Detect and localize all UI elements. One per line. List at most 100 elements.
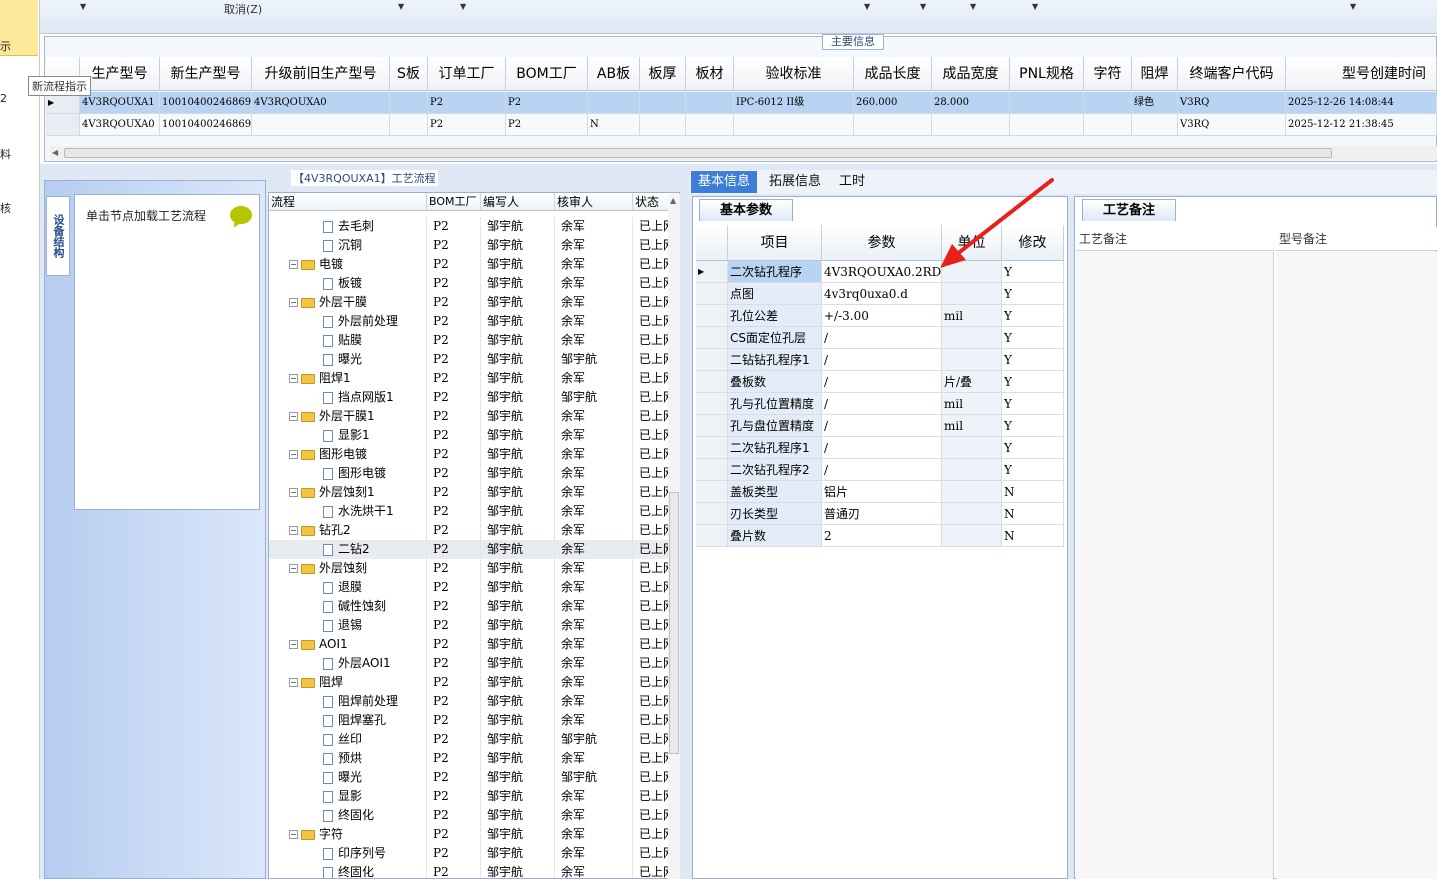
- tree-row[interactable]: 外层前处理 P2 邹宇航 余军 已上网: [269, 312, 679, 331]
- tree-node[interactable]: 印序列号: [269, 844, 427, 863]
- table-cell[interactable]: P2: [427, 559, 481, 578]
- table-cell[interactable]: 余军: [555, 825, 633, 844]
- tree-row[interactable]: − AOI1 P2 邹宇航 余军 已上网: [269, 635, 679, 654]
- param-cell[interactable]: 孔位公差: [728, 305, 822, 327]
- table-cell[interactable]: P2: [427, 445, 481, 464]
- table-cell[interactable]: P2: [427, 787, 481, 806]
- collapse-icon[interactable]: −: [289, 374, 298, 383]
- param-cell[interactable]: 铝片: [822, 481, 942, 503]
- param-cell[interactable]: [942, 459, 1002, 481]
- table-cell[interactable]: 4V3RQOUXA0: [252, 92, 390, 114]
- table-cell[interactable]: 余军: [555, 521, 633, 540]
- tree-node[interactable]: − 字符: [269, 825, 427, 844]
- table-cell[interactable]: 余军: [555, 407, 633, 426]
- table-cell[interactable]: 邹宇航: [481, 768, 555, 787]
- param-cell[interactable]: +/-3.00: [822, 305, 942, 327]
- table-cell[interactable]: 邹宇航: [481, 616, 555, 635]
- table-cell[interactable]: 余军: [555, 426, 633, 445]
- table-cell[interactable]: P2: [427, 616, 481, 635]
- table-cell[interactable]: P2: [427, 768, 481, 787]
- table-cell[interactable]: IPC-6012 II级: [734, 92, 854, 114]
- table-cell[interactable]: 4V3RQOUXA0: [80, 114, 160, 136]
- table-cell[interactable]: V3RQ: [1178, 114, 1286, 136]
- table-cell[interactable]: [686, 92, 734, 114]
- column-header[interactable]: 阻焊: [1132, 57, 1178, 91]
- param-cell[interactable]: 二次钻孔程序2: [728, 459, 822, 481]
- table-cell[interactable]: 2025-12-26 14:08:44: [1286, 92, 1437, 114]
- column-header[interactable]: BOM工厂: [506, 57, 588, 91]
- table-cell[interactable]: 邹宇航: [481, 426, 555, 445]
- tree-node[interactable]: 沉铜: [269, 236, 427, 255]
- table-cell[interactable]: 邹宇航: [481, 255, 555, 274]
- table-cell[interactable]: 邹宇航: [481, 692, 555, 711]
- left-nav-item-label[interactable]: 2: [0, 92, 7, 105]
- tree-node[interactable]: − 图形电镀: [269, 445, 427, 464]
- table-cell[interactable]: 余军: [555, 312, 633, 331]
- collapse-icon[interactable]: −: [289, 412, 298, 421]
- collapse-icon[interactable]: −: [289, 488, 298, 497]
- table-cell[interactable]: 4V3RQOUXA1: [80, 92, 160, 114]
- table-cell[interactable]: 余军: [555, 616, 633, 635]
- param-cell[interactable]: 孔与盘位置精度: [728, 415, 822, 437]
- table-cell[interactable]: 邹宇航: [481, 825, 555, 844]
- scroll-left-icon[interactable]: ◀: [52, 148, 58, 157]
- tab-extended-info[interactable]: 拓展信息: [762, 171, 828, 193]
- table-cell[interactable]: 邹宇航: [481, 407, 555, 426]
- column-header[interactable]: 终端客户代码: [1178, 57, 1286, 91]
- tree-row[interactable]: − 外层干膜 P2 邹宇航 余军 已上网: [269, 293, 679, 312]
- table-cell[interactable]: 邹宇航: [481, 749, 555, 768]
- table-cell[interactable]: P2: [427, 825, 481, 844]
- table-cell[interactable]: P2: [427, 236, 481, 255]
- param-cell[interactable]: [942, 503, 1002, 525]
- model-notes-field[interactable]: [1276, 252, 1437, 879]
- tab-work-hours[interactable]: 工时: [832, 171, 872, 193]
- param-cell[interactable]: 4V3RQOUXA0.2RD1: [822, 261, 942, 283]
- table-cell[interactable]: P2: [427, 312, 481, 331]
- table-cell[interactable]: 邹宇航: [481, 236, 555, 255]
- table-cell[interactable]: 余军: [555, 654, 633, 673]
- table-cell[interactable]: P2: [427, 407, 481, 426]
- table-cell[interactable]: 余军: [555, 578, 633, 597]
- table-cell[interactable]: 邹宇航: [481, 540, 555, 559]
- collapse-icon[interactable]: −: [289, 526, 298, 535]
- table-cell[interactable]: 邹宇航: [481, 217, 555, 236]
- table-cell[interactable]: [640, 114, 686, 136]
- param-cell[interactable]: [942, 349, 1002, 371]
- param-cell[interactable]: [942, 437, 1002, 459]
- tree-node[interactable]: 碱性蚀刻: [269, 597, 427, 616]
- scroll-up-icon[interactable]: ▲: [670, 196, 676, 205]
- column-header[interactable]: 新生产型号: [160, 57, 252, 91]
- table-cell[interactable]: 邹宇航: [481, 673, 555, 692]
- tree-node[interactable]: 阻焊塞孔: [269, 711, 427, 730]
- param-cell[interactable]: 片/叠: [942, 371, 1002, 393]
- table-cell[interactable]: [252, 114, 390, 136]
- param-cell[interactable]: Y: [1002, 459, 1064, 481]
- table-cell[interactable]: 邹宇航: [481, 502, 555, 521]
- tree-row[interactable]: − 图形电镀 P2 邹宇航 余军 已上网: [269, 445, 679, 464]
- param-row[interactable]: 二钻钻孔程序1/ Y: [696, 349, 1064, 371]
- side-tab[interactable]: 设备结构: [46, 196, 70, 276]
- collapse-icon[interactable]: −: [289, 640, 298, 649]
- table-cell[interactable]: P2: [427, 217, 481, 236]
- param-cell[interactable]: 刃长类型: [728, 503, 822, 525]
- tree-row[interactable]: 曝光 P2 邹宇航 邹宇航 已上网: [269, 350, 679, 369]
- table-cell[interactable]: 余军: [555, 445, 633, 464]
- table-cell[interactable]: P2: [427, 635, 481, 654]
- tree-row[interactable]: 退膜 P2 邹宇航 余军 已上网: [269, 578, 679, 597]
- table-cell[interactable]: 邹宇航: [481, 445, 555, 464]
- table-cell[interactable]: 邹宇航: [555, 388, 633, 407]
- param-cell[interactable]: mil: [942, 393, 1002, 415]
- table-cell[interactable]: P2: [427, 521, 481, 540]
- column-header[interactable]: 升级前旧生产型号: [252, 57, 390, 91]
- param-row[interactable]: 二次钻孔程序2/ Y: [696, 459, 1064, 481]
- tab-basic-info[interactable]: 基本信息: [691, 171, 758, 193]
- table-cell[interactable]: P2: [428, 92, 506, 114]
- table-cell[interactable]: 10010400246869: [160, 114, 252, 136]
- collapse-icon[interactable]: −: [289, 678, 298, 687]
- collapse-icon[interactable]: −: [289, 564, 298, 573]
- dropdown-arrow-icon[interactable]: ▼: [1350, 2, 1356, 11]
- param-cell[interactable]: 4v3rq0uxa0.d: [822, 283, 942, 305]
- table-cell[interactable]: 余军: [555, 236, 633, 255]
- column-header[interactable]: 成品宽度: [932, 57, 1010, 91]
- column-header[interactable]: 订单工厂: [428, 57, 506, 91]
